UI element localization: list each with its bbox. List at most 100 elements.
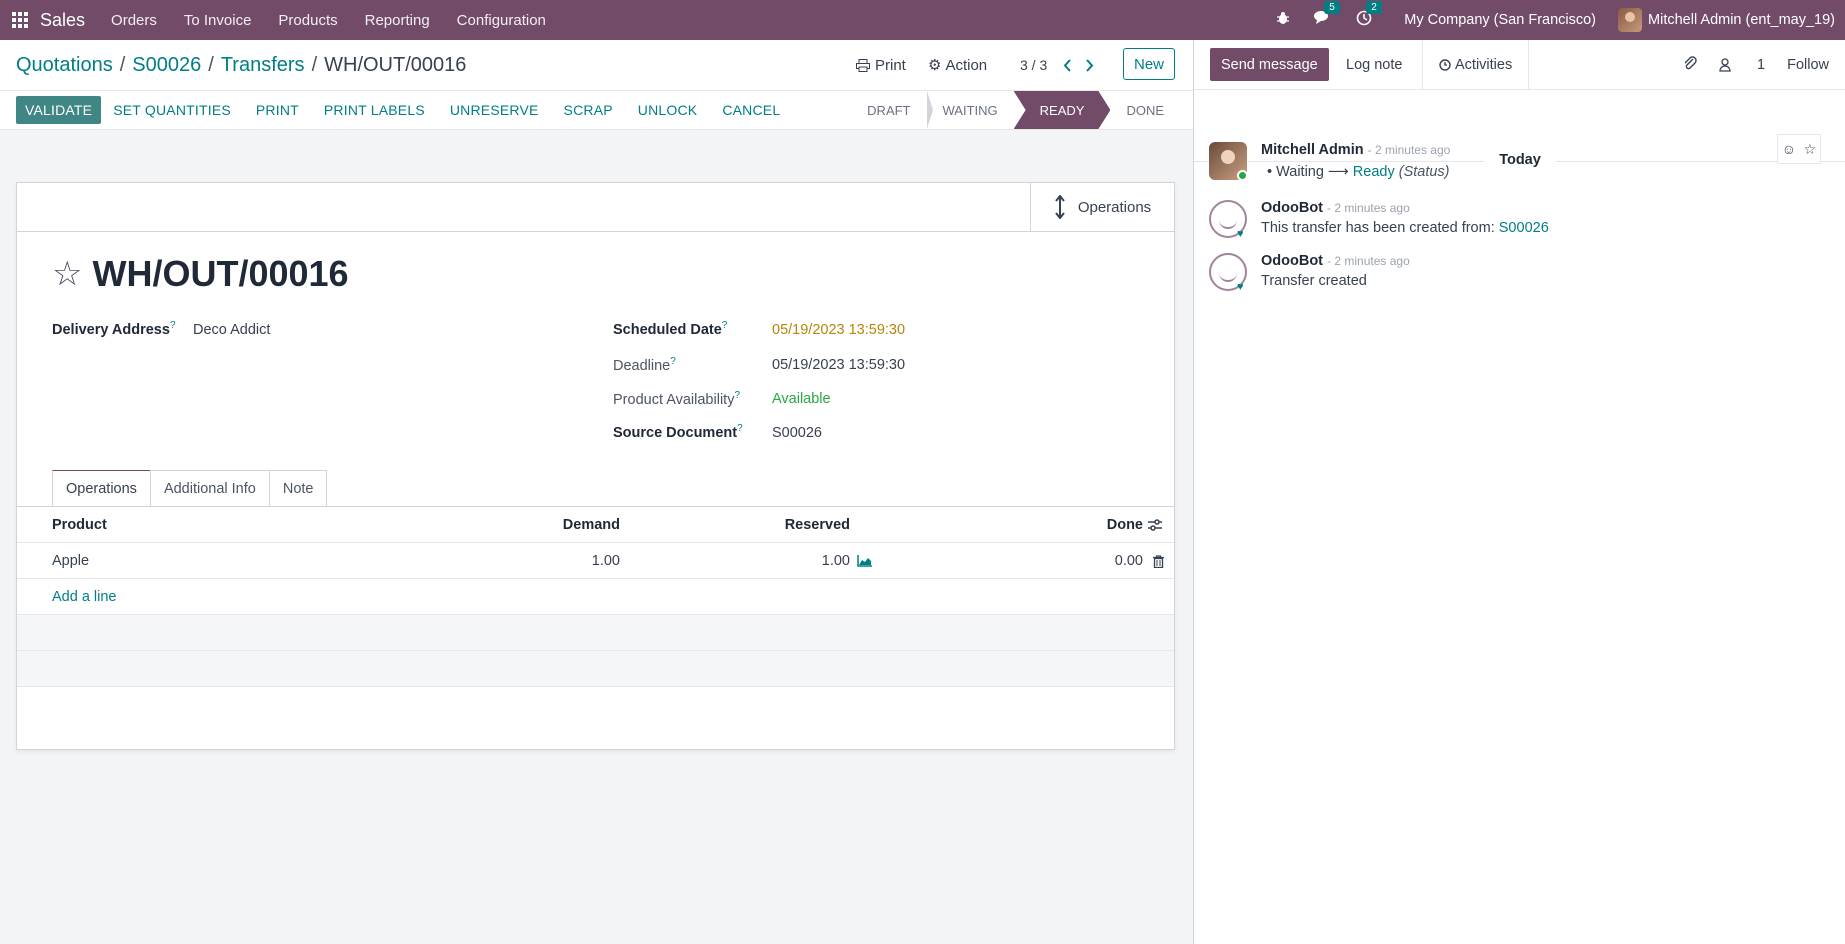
row-done[interactable]: 0.00	[917, 543, 1143, 579]
print-labels-button[interactable]: PRINT LABELS	[324, 102, 425, 118]
activities-badge: 2	[1366, 1, 1382, 14]
title-row: ☆ WH/OUT/00016	[52, 253, 349, 295]
control-panel: Quotations / S00026/Transfers / WH/OUT/00016…	[0, 40, 1193, 90]
activity-clock-icon[interactable]: 2	[1356, 1, 1382, 30]
pager-value[interactable]: 3 / 3	[1020, 40, 1047, 90]
app-name[interactable]: Sales	[40, 10, 85, 31]
add-line-link[interactable]: Add a line	[52, 579, 117, 615]
debug-bug-icon[interactable]	[1276, 11, 1290, 29]
deadline-label: Deadline?	[613, 356, 676, 374]
new-button[interactable]: New	[1123, 48, 1175, 80]
column-demand[interactable]: Demand	[417, 507, 620, 543]
messaging-icon[interactable]: 5	[1314, 1, 1340, 30]
messages-badge: 5	[1324, 1, 1340, 14]
pager-previous-icon[interactable]	[1063, 40, 1072, 90]
tracking-value: • Waiting ⟶ Ready (Status)	[1267, 164, 1450, 180]
user-avatar	[1618, 8, 1643, 32]
tab-operations[interactable]: Operations	[52, 470, 151, 507]
delivery-address-label: Delivery Address?	[52, 320, 176, 338]
record-title: WH/OUT/00016	[92, 253, 349, 294]
set-quantities-button[interactable]: SET QUANTITIES	[113, 102, 231, 118]
user-icon	[1719, 58, 1731, 72]
column-reserved[interactable]: Reserved	[637, 507, 850, 543]
scheduled-date-field[interactable]: 05/19/2023 13:59:30	[772, 322, 905, 338]
clock-icon	[1439, 59, 1451, 71]
message-header: OdooBot - 2 minutes ago	[1261, 253, 1410, 269]
menu-to-invoice[interactable]: To Invoice	[184, 12, 252, 29]
optional-columns-icon[interactable]	[1148, 507, 1162, 543]
add-line-row: Add a line	[17, 579, 1174, 615]
validate-button[interactable]: VALIDATE	[16, 96, 102, 124]
stage-draft[interactable]: DRAFT	[851, 91, 933, 129]
tab-note[interactable]: Note	[268, 470, 328, 507]
column-done[interactable]: Done	[917, 507, 1143, 543]
menu-reporting[interactable]: Reporting	[365, 12, 430, 29]
company-switcher[interactable]: My Company (San Francisco)	[1404, 12, 1596, 28]
user-menu[interactable]: Mitchell Admin (ent_may_19)	[1618, 8, 1835, 32]
chatter-tools: 1 Follow	[1661, 40, 1829, 90]
button-box: Operations	[17, 183, 1174, 232]
star-message-icon[interactable]: ☆	[1804, 141, 1817, 158]
deadline-field[interactable]: 05/19/2023 13:59:30	[772, 357, 905, 373]
online-status-dot	[1237, 170, 1248, 181]
tab-additional-info[interactable]: Additional Info	[149, 470, 270, 507]
action-button[interactable]: ⚙ Action	[928, 40, 987, 90]
print-stock-button[interactable]: PRINT	[256, 102, 299, 118]
message-time: - 2 minutes ago	[1327, 201, 1410, 215]
odoobot-avatar[interactable]: ♥	[1209, 200, 1247, 240]
activities-button[interactable]: Activities	[1422, 40, 1530, 90]
row-product[interactable]: Apple	[52, 543, 89, 579]
pager-next-icon[interactable]	[1085, 40, 1094, 90]
vertical-arrows-icon	[1055, 195, 1065, 219]
menu-orders[interactable]: Orders	[111, 12, 157, 29]
tracking-old: Waiting	[1276, 164, 1324, 180]
breadcrumb-s00026[interactable]: S00026	[132, 54, 201, 76]
message-author[interactable]: OdooBot	[1261, 253, 1323, 269]
row-demand[interactable]: 1.00	[417, 543, 620, 579]
user-name: Mitchell Admin (ent_may_19)	[1648, 12, 1835, 28]
row-reserved: 1.00	[821, 553, 850, 569]
emoji-reaction-icon[interactable]: ☺	[1782, 141, 1796, 157]
followers-button[interactable]: 1	[1719, 57, 1765, 73]
breadcrumb: Quotations / S00026/Transfers / WH/OUT/00016	[16, 53, 467, 76]
scrap-button[interactable]: SCRAP	[564, 102, 613, 118]
stage-done[interactable]: DONE	[1110, 91, 1180, 129]
forecast-chart-icon[interactable]	[857, 543, 873, 579]
column-product[interactable]: Product	[52, 507, 107, 543]
message-time: - 2 minutes ago	[1367, 143, 1451, 157]
source-link[interactable]: S00026	[1499, 220, 1549, 236]
unreserve-button[interactable]: UNRESERVE	[450, 102, 539, 118]
source-document-field[interactable]: S00026	[772, 425, 822, 441]
stage-waiting[interactable]: WAITING	[927, 91, 1014, 129]
tracking-new: Ready	[1352, 164, 1395, 180]
stage-pipeline: DRAFT WAITING READY DONE	[851, 91, 1180, 129]
breadcrumb-quotations[interactable]: Quotations	[16, 54, 113, 76]
unlock-button[interactable]: UNLOCK	[638, 102, 698, 118]
message-author[interactable]: Mitchell Admin	[1261, 142, 1364, 158]
breadcrumb-transfers[interactable]: Transfers	[221, 54, 305, 76]
delete-trash-icon[interactable]	[1153, 543, 1164, 579]
message-author[interactable]: OdooBot	[1261, 200, 1323, 216]
tracking-field: (Status)	[1398, 164, 1450, 180]
odoobot-avatar[interactable]: ♥	[1209, 253, 1247, 293]
paperclip-icon[interactable]	[1683, 55, 1697, 75]
message-header: OdooBot - 2 minutes ago	[1261, 200, 1410, 216]
table-row[interactable]: Apple 1.00 1.00 0.00	[17, 543, 1174, 579]
print-button[interactable]: Print	[856, 40, 906, 90]
gear-icon: ⚙	[928, 57, 942, 74]
message-body: This transfer has been created from: S00…	[1261, 220, 1549, 236]
send-message-button[interactable]: Send message	[1210, 48, 1329, 81]
message-actions: ☺ ☆	[1777, 134, 1821, 164]
delivery-address-field[interactable]: Deco Addict	[193, 322, 270, 338]
stage-ready[interactable]: READY	[1014, 91, 1111, 129]
log-note-button[interactable]: Log note	[1346, 48, 1402, 81]
follow-button[interactable]: Follow	[1787, 57, 1829, 73]
chatter-panel: Send message Log note Activities 1 Follo…	[1193, 40, 1845, 944]
priority-star-icon[interactable]: ☆	[52, 257, 82, 291]
apps-menu-icon[interactable]	[0, 0, 40, 40]
menu-products[interactable]: Products	[278, 12, 337, 29]
notebook-tabs: Operations Additional Info Note	[52, 470, 328, 507]
cancel-button[interactable]: CANCEL	[722, 102, 780, 118]
menu-configuration[interactable]: Configuration	[457, 12, 546, 29]
operations-smart-button[interactable]: Operations	[1030, 183, 1174, 231]
